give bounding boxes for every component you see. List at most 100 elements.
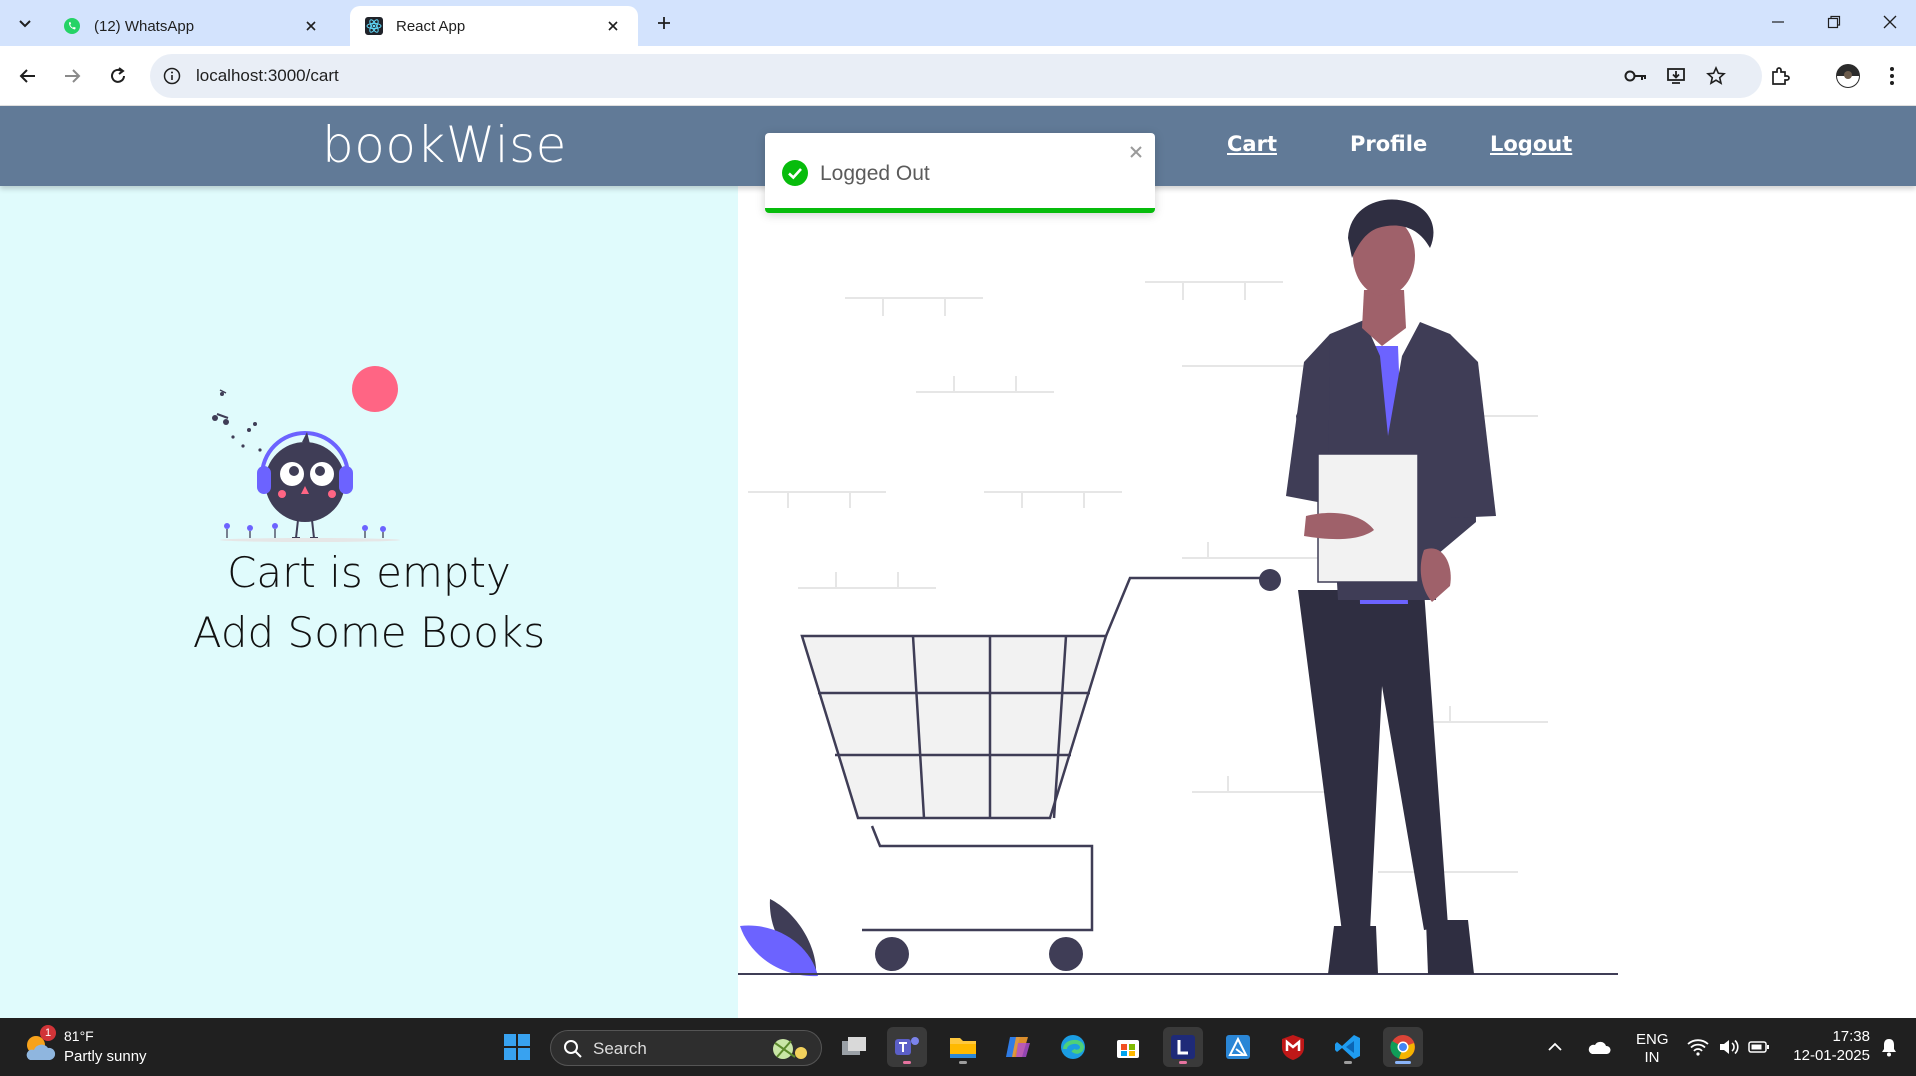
clock-date: 12-01-2025: [1793, 1047, 1870, 1064]
back-button[interactable]: [12, 60, 44, 92]
browser-tabstrip: (12) WhatsApp React App: [0, 0, 1916, 46]
clock[interactable]: 17:38 12-01-2025: [1784, 1028, 1870, 1064]
wifi-status[interactable]: [1682, 1027, 1714, 1067]
show-hidden-icons-button[interactable]: [1542, 1027, 1568, 1067]
chrome-app[interactable]: [1383, 1027, 1423, 1067]
new-tab-button[interactable]: [650, 9, 678, 37]
reload-button[interactable]: [102, 60, 134, 92]
arrow-right-icon: [65, 69, 81, 83]
teams-icon: [895, 1037, 919, 1055]
tab-title: (12) WhatsApp: [94, 17, 195, 35]
weather-badge: 1: [40, 1025, 56, 1041]
toast-progress-bar: [765, 208, 1155, 213]
vscode-app[interactable]: [1328, 1027, 1368, 1067]
close-window-button[interactable]: [1862, 0, 1916, 44]
volume-status[interactable]: [1714, 1027, 1744, 1067]
nav-profile-link[interactable]: Profile: [1350, 132, 1427, 156]
browser-menu-button[interactable]: [1876, 60, 1908, 92]
running-indicator: [1344, 1061, 1352, 1064]
avatar-icon: [1836, 64, 1860, 88]
notifications-button[interactable]: [1874, 1027, 1904, 1067]
battery-status[interactable]: [1744, 1027, 1774, 1067]
close-icon[interactable]: [300, 15, 322, 37]
close-icon[interactable]: [1127, 143, 1145, 161]
azure-app[interactable]: [1218, 1027, 1258, 1067]
chrome-icon: [1390, 1035, 1415, 1060]
chevron-up-icon: [1548, 1042, 1562, 1051]
forward-button[interactable]: [56, 60, 88, 92]
teams-app[interactable]: [887, 1027, 927, 1067]
task-view-icon: [842, 1037, 866, 1055]
tab-search-button[interactable]: [10, 8, 40, 38]
store-app[interactable]: [1108, 1027, 1148, 1067]
minimize-button[interactable]: [1750, 0, 1806, 44]
browser-toolbar: localhost:3000/cart: [0, 46, 1916, 106]
windows-logo-icon: [504, 1034, 530, 1060]
empty-cart-subtitle: Add Some Books: [192, 608, 546, 657]
onedrive-button[interactable]: [1584, 1027, 1614, 1067]
input-language[interactable]: ENG IN: [1636, 1031, 1669, 1066]
l-app-icon: [1171, 1035, 1195, 1059]
react-icon: [364, 16, 384, 36]
logout-toast: Logged Out: [765, 133, 1155, 213]
language-label: ENG: [1636, 1031, 1669, 1048]
battery-icon: [1748, 1041, 1769, 1053]
taskbar-search-label: Search: [593, 1039, 647, 1058]
weather-condition: Partly sunny: [64, 1048, 147, 1065]
running-indicator: [959, 1061, 967, 1064]
task-view-button[interactable]: [834, 1027, 874, 1067]
mcafee-app[interactable]: [1273, 1027, 1313, 1067]
running-indicator: [903, 1061, 911, 1064]
store-icon: [1117, 1040, 1139, 1058]
weather-temp: 81°F: [64, 1028, 94, 1044]
l-app[interactable]: [1163, 1027, 1203, 1067]
running-indicator: [1179, 1061, 1187, 1064]
install-app-icon[interactable]: [1664, 64, 1688, 88]
shopping-cart-person-illustration: [738, 199, 1618, 977]
url-text[interactable]: localhost:3000/cart: [196, 66, 339, 86]
close-icon: [1883, 15, 1897, 29]
extensions-button[interactable]: [1764, 60, 1796, 92]
toast-message: Logged Out: [820, 162, 930, 185]
start-button[interactable]: [497, 1027, 537, 1067]
search-icon: [564, 1040, 582, 1058]
close-icon[interactable]: [602, 15, 624, 37]
screen: (12) WhatsApp React App localhost:3000/c…: [0, 0, 1916, 1076]
search-highlight-icon: [773, 1039, 807, 1059]
more-vertical-icon: [1890, 67, 1894, 85]
speaker-icon: [1720, 1039, 1739, 1055]
tab-whatsapp[interactable]: (12) WhatsApp: [48, 6, 336, 46]
empty-cart-panel: Cart is empty Add Some Books: [0, 186, 738, 1018]
bookmark-star-icon[interactable]: [1704, 64, 1728, 88]
profile-avatar[interactable]: [1832, 60, 1864, 92]
bird-with-headphones-illustration: [212, 366, 400, 542]
arrow-left-icon: [19, 69, 35, 83]
mcafee-shield-icon: [1282, 1035, 1304, 1060]
success-check-icon: [782, 160, 808, 186]
weather-widget[interactable]: 1 81°F Partly sunny: [22, 1025, 182, 1069]
plus-icon: [658, 17, 670, 29]
copilot-app[interactable]: [998, 1027, 1038, 1067]
folder-icon: [950, 1038, 976, 1058]
chevron-down-icon: [19, 20, 31, 28]
empty-cart-title: Cart is empty: [227, 548, 511, 597]
brand-logo[interactable]: bookWise: [322, 116, 567, 174]
nav-cart-link[interactable]: Cart: [1227, 132, 1277, 156]
whatsapp-icon: [62, 16, 82, 36]
address-bar[interactable]: localhost:3000/cart: [150, 54, 1762, 98]
nav-logout-link[interactable]: Logout: [1490, 132, 1572, 156]
site-info-icon[interactable]: [160, 64, 184, 88]
taskbar-search[interactable]: Search: [550, 1030, 822, 1066]
tab-title: React App: [396, 17, 466, 35]
tab-react-app[interactable]: React App: [350, 6, 638, 46]
edge-app[interactable]: [1053, 1027, 1093, 1067]
file-explorer-app[interactable]: [943, 1027, 983, 1067]
reload-icon: [111, 67, 125, 83]
restore-button[interactable]: [1806, 0, 1862, 44]
password-key-icon[interactable]: [1624, 64, 1648, 88]
running-indicator: [1395, 1061, 1411, 1064]
puzzle-icon: [1772, 67, 1790, 85]
restore-icon: [1827, 15, 1841, 29]
vscode-icon: [1335, 1035, 1360, 1059]
shopping-illustration-panel: [738, 186, 1916, 1006]
